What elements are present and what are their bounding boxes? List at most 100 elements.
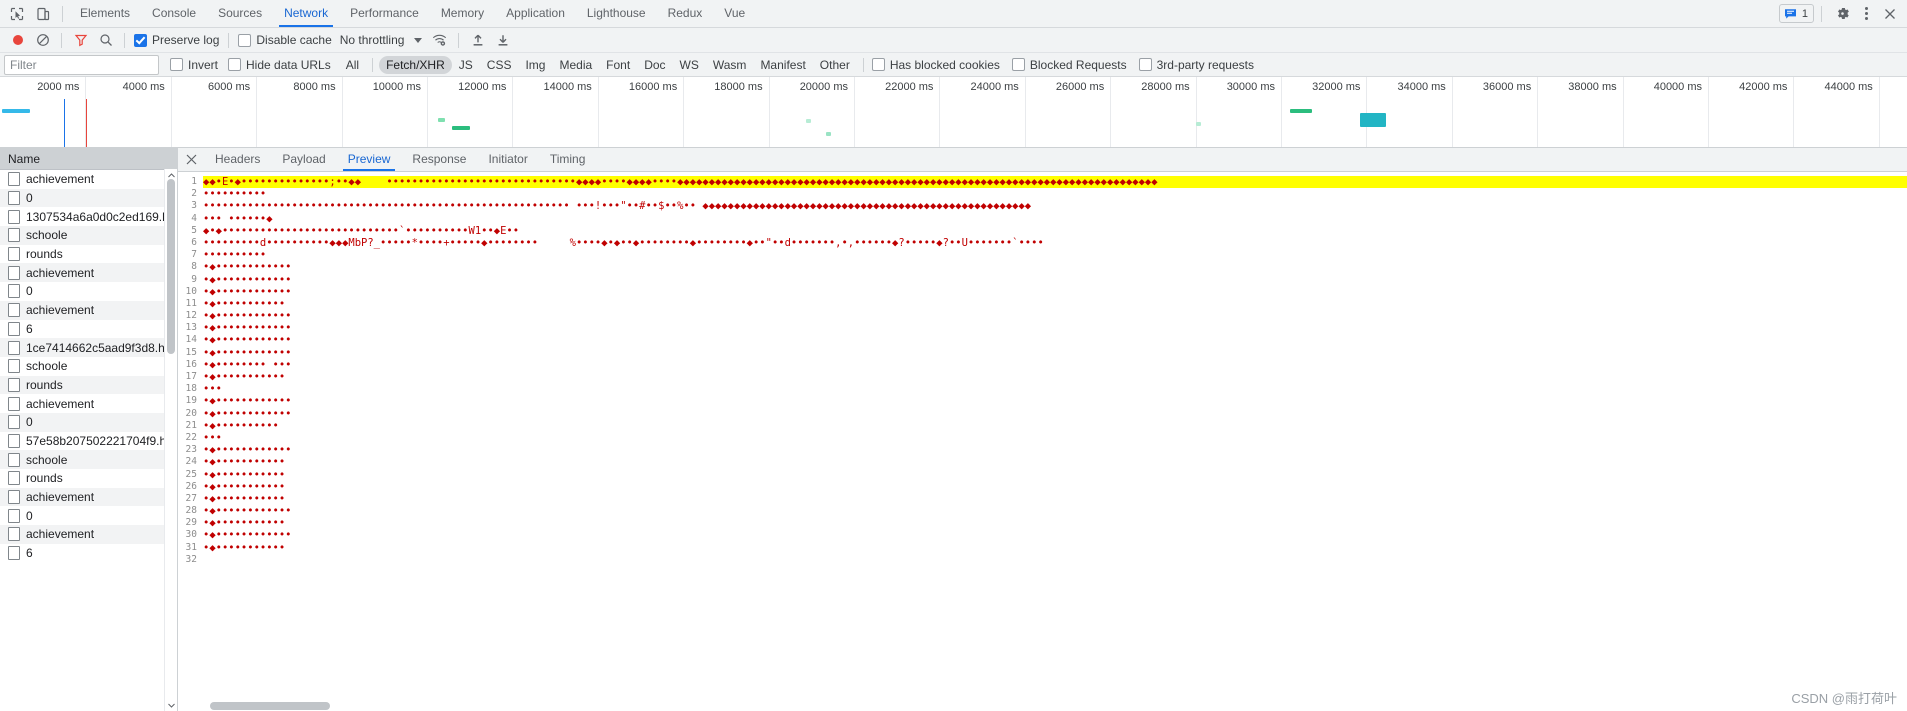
overview-request-bar (806, 119, 811, 123)
request-list-item[interactable]: 0 (0, 188, 177, 208)
overview-tick-label: 20000 ms (799, 81, 848, 93)
disable-cache-checkbox[interactable]: Disable cache (236, 33, 333, 47)
search-input[interactable] (4, 54, 159, 75)
filter-type-wasm[interactable]: Wasm (706, 56, 754, 74)
preserve-log-box[interactable] (134, 33, 147, 47)
clear-icon[interactable] (31, 29, 54, 51)
has-blocked-cookies-checkbox[interactable]: Has blocked cookies (870, 58, 1002, 72)
filter-type-font[interactable]: Font (599, 56, 637, 74)
tab-performance[interactable]: Performance (339, 0, 430, 27)
import-har-arrow-up-icon[interactable] (466, 29, 489, 51)
throttling-select[interactable]: No throttling (336, 33, 427, 47)
hide-data-urls-box[interactable] (228, 58, 242, 71)
disable-cache-box[interactable] (238, 33, 252, 47)
kebab-menu-icon[interactable] (1856, 3, 1876, 25)
request-list-item[interactable]: rounds (0, 469, 177, 488)
request-list-item[interactable]: achievement (0, 487, 177, 507)
gear-icon[interactable] (1829, 2, 1855, 26)
request-list-item[interactable]: rounds (0, 375, 177, 395)
request-list-item[interactable]: schoole (0, 357, 177, 376)
third-party-requests-checkbox[interactable]: 3rd-party requests (1137, 58, 1256, 72)
filter-divider (372, 57, 374, 72)
filter-type-css[interactable]: CSS (480, 56, 519, 74)
request-list-item[interactable]: achievement (0, 263, 177, 283)
filter-type-fetch-xhr[interactable]: Fetch/XHR (379, 55, 452, 74)
overview-gridline (683, 77, 685, 147)
request-list-item[interactable]: schoole (0, 450, 177, 469)
tab-console[interactable]: Console (141, 0, 207, 27)
invert-box[interactable] (170, 58, 183, 71)
blocked-requests-box[interactable] (1011, 58, 1025, 71)
network-overview-timeline[interactable]: 2000 ms 4000 ms 6000 ms 8000 ms 10000 ms 1200… (0, 77, 1907, 148)
record-stop-icon[interactable] (6, 29, 29, 51)
preview-pane[interactable]: 1 2 3 4 5 6 7 8 9 10 11 12 13 14 15 16 17 18 19 20 21 22 23 24 2… (178, 172, 1907, 711)
filter-type-manifest[interactable]: Manifest (753, 56, 812, 74)
tab-lighthouse[interactable]: Lighthouse (576, 0, 657, 27)
tab-sources[interactable]: Sources (207, 0, 273, 27)
hide-data-urls-checkbox[interactable]: Hide data URLs (226, 58, 333, 72)
request-list-item[interactable]: achievement (0, 525, 177, 544)
tab-preview[interactable]: Preview (337, 148, 402, 171)
tab-response[interactable]: Response (401, 148, 477, 171)
preview-line: •◆••••••••••• (203, 517, 286, 530)
has-blocked-cookies-box[interactable] (871, 58, 885, 71)
filter-type-ws[interactable]: WS (673, 56, 706, 74)
close-icon[interactable] (1877, 2, 1903, 26)
request-list-header[interactable]: Name (0, 148, 177, 170)
request-list-item[interactable]: achievement (0, 394, 177, 413)
filter-type-all[interactable]: All (339, 56, 366, 74)
preview-horizontal-scrollbar[interactable] (203, 701, 1907, 711)
tab-application[interactable]: Application (495, 0, 576, 27)
preview-line: •◆•••••••••••• (203, 395, 292, 408)
tab-vue[interactable]: Vue (713, 0, 756, 27)
wifi-settings-icon[interactable] (428, 29, 451, 51)
tab-initiator[interactable]: Initiator (477, 148, 538, 171)
tab-payload[interactable]: Payload (271, 148, 336, 171)
scrollbar-thumb[interactable] (210, 702, 330, 710)
filter-funnel-icon[interactable] (69, 29, 92, 51)
request-list-item[interactable]: achievement (0, 170, 177, 189)
request-list-item[interactable]: 1ce7414662c5aad9f3d8.hot-u (0, 338, 177, 357)
panel-tabs: Elements Console Sources Network Perform… (69, 0, 756, 27)
export-har-arrow-down-icon[interactable] (491, 29, 514, 51)
third-party-requests-box[interactable] (1138, 58, 1152, 71)
overview-tick-label: 26000 ms (1055, 81, 1105, 93)
request-list[interactable]: achievement 0 1307534a6a0d0c2ed169.hot-. sc… (0, 170, 177, 711)
request-list-item[interactable]: 0 (0, 412, 177, 432)
request-list-item[interactable]: 6 (0, 544, 177, 563)
filter-type-img[interactable]: Img (518, 56, 552, 74)
scrollbar-thumb[interactable] (167, 179, 175, 354)
search-icon[interactable] (94, 29, 117, 51)
filter-type-media[interactable]: Media (552, 56, 599, 74)
preview-content[interactable]: ◆◆•E•◆••••••••••••••;••◆◆ ••••••••••••••… (203, 172, 1907, 711)
device-toolbar-icon[interactable] (30, 2, 56, 26)
tab-timing[interactable]: Timing (539, 148, 597, 171)
request-list-item[interactable]: achievement (0, 300, 177, 320)
tab-elements[interactable]: Elements (69, 0, 141, 27)
request-list-item[interactable]: schoole (0, 226, 177, 245)
filter-type-other[interactable]: Other (813, 56, 857, 74)
message-count-badge[interactable]: 1 (1778, 4, 1814, 23)
request-list-item[interactable]: rounds (0, 245, 177, 264)
tab-headers[interactable]: Headers (204, 148, 271, 171)
preserve-log-checkbox[interactable]: Preserve log (132, 33, 221, 47)
request-list-item[interactable]: 0 (0, 282, 177, 301)
filter-type-doc[interactable]: Doc (637, 56, 672, 74)
request-list-item[interactable]: 57e58b207502221704f9.hot-. (0, 432, 177, 451)
invert-checkbox[interactable]: Invert (168, 58, 220, 72)
request-list-scrollbar[interactable] (164, 169, 177, 711)
inspect-element-icon[interactable] (4, 2, 30, 26)
filter-type-js[interactable]: JS (452, 56, 480, 74)
request-list-item[interactable]: 1307534a6a0d0c2ed169.hot-. (0, 207, 177, 226)
chevron-down-icon[interactable] (165, 699, 177, 711)
tab-memory[interactable]: Memory (430, 0, 495, 27)
request-list-panel: Name achievement 0 1307534a6a0d0c2ed169.ho… (0, 148, 178, 711)
overview-gridline (1793, 77, 1795, 147)
tab-redux[interactable]: Redux (657, 0, 714, 27)
tab-network[interactable]: Network (273, 0, 339, 27)
request-list-item[interactable]: 6 (0, 320, 177, 339)
blocked-requests-checkbox[interactable]: Blocked Requests (1010, 58, 1129, 72)
actions-divider (1821, 5, 1822, 22)
request-list-item[interactable]: 0 (0, 506, 177, 525)
close-icon[interactable] (178, 148, 204, 171)
